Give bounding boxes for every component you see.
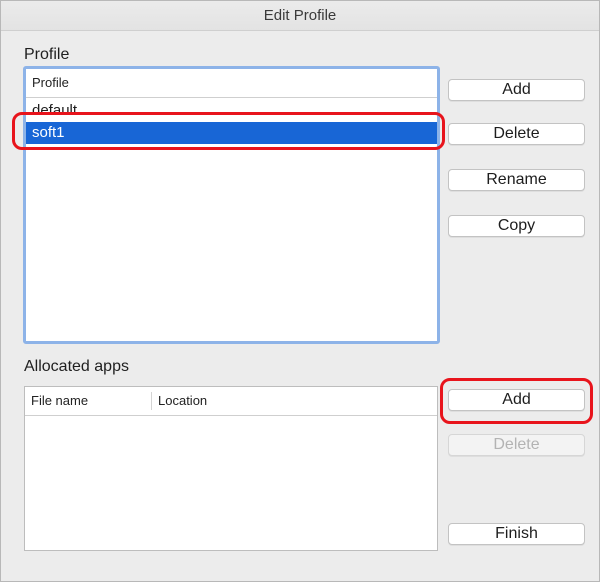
location-column-header[interactable]: Location <box>152 387 437 415</box>
profile-copy-button[interactable]: Copy <box>448 215 585 237</box>
profile-rename-button[interactable]: Rename <box>448 169 585 191</box>
apps-table-header: File name Location <box>25 387 437 416</box>
profile-row-soft1[interactable]: soft1 <box>26 122 437 144</box>
profile-delete-button[interactable]: Delete <box>448 123 585 145</box>
file-name-column-header[interactable]: File name <box>25 387 151 415</box>
profile-section-label: Profile <box>24 46 70 63</box>
profile-row-default[interactable]: default <box>26 100 437 122</box>
allocated-apps-label: Allocated apps <box>24 358 129 375</box>
apps-delete-button: Delete <box>448 434 585 456</box>
profile-list-header: Profile <box>26 69 437 98</box>
window-title: Edit Profile <box>1 1 599 31</box>
profile-list[interactable]: Profile default soft1 <box>23 66 440 344</box>
edit-profile-window: Edit Profile Profile Profile default sof… <box>0 0 600 582</box>
profile-column-header[interactable]: Profile <box>26 69 437 97</box>
apps-add-button[interactable]: Add <box>448 389 585 411</box>
finish-button[interactable]: Finish <box>448 523 585 545</box>
allocated-apps-table[interactable]: File name Location <box>24 386 438 551</box>
profile-add-button[interactable]: Add <box>448 79 585 101</box>
